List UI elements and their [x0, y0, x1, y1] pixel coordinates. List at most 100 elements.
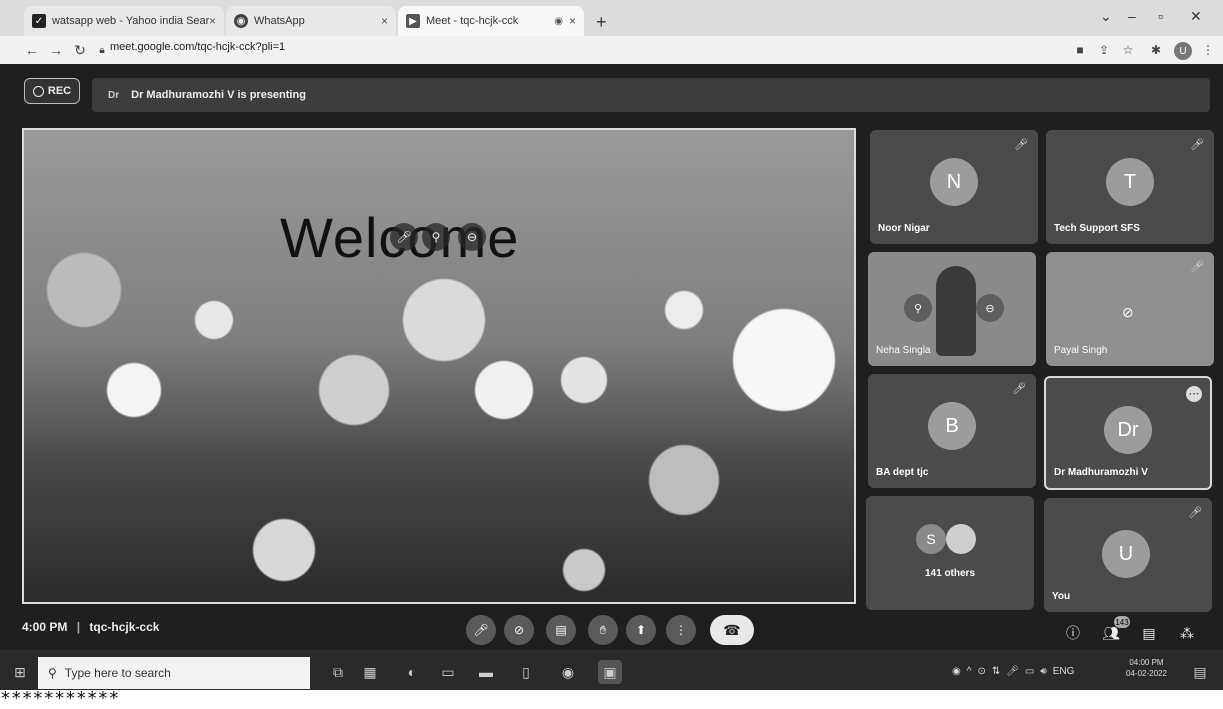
participant-name: BA dept tjc	[876, 467, 929, 478]
others-count-label: 141 others	[924, 568, 976, 579]
chrome-tray-icon[interactable]: ◉	[952, 666, 961, 677]
participant-name: Tech Support SFS	[1054, 223, 1140, 234]
close-tab-icon[interactable]: ×	[209, 14, 216, 28]
record-icon	[32, 85, 44, 97]
back-arrow-icon[interactable]: ←	[22, 40, 42, 60]
extensions-puzzle-icon[interactable]: ✱	[1148, 42, 1164, 58]
reload-icon[interactable]: ↻	[70, 40, 90, 60]
tab-label: WhatsApp	[254, 15, 305, 27]
whatsapp-icon: ◉	[234, 14, 248, 28]
clock-date: 04-02-2022	[1126, 669, 1167, 678]
task-view-icon[interactable]: ⧉	[326, 660, 350, 684]
participant-tile[interactable]: B BA dept tjc 🎤︎	[868, 374, 1036, 488]
participant-avatar-photo	[946, 524, 976, 554]
url-field[interactable]: meet.google.com/tqc-hcjk-cck?pli=1	[110, 41, 285, 53]
participant-tile[interactable]: N Noor Nigar 🎤︎	[870, 130, 1038, 244]
more-options-icon[interactable]: ⋯	[1186, 386, 1202, 402]
store-icon[interactable]: ▭	[436, 660, 460, 684]
volume-icon[interactable]: 🔊︎	[1040, 666, 1046, 677]
tab-meet[interactable]: ▶ Meet - tqc-hcjk-cck ◉ ×	[398, 6, 584, 36]
language-indicator[interactable]: ENG	[1053, 666, 1075, 677]
minimize-button[interactable]: –	[1128, 8, 1136, 24]
participant-tile[interactable]: ⚲ ⊖ Neha Singla	[868, 252, 1036, 366]
participant-avatar: U	[1102, 530, 1150, 578]
close-tab-icon[interactable]: ×	[381, 14, 388, 28]
close-window-button[interactable]: ✕	[1190, 8, 1202, 25]
pin-icon[interactable]: ⚲	[904, 294, 932, 322]
presentation-stage	[22, 128, 856, 604]
meeting-time: 4:00 PM	[22, 620, 68, 634]
separator: |	[76, 620, 81, 634]
participant-tile-self[interactable]: U You 🎤︎	[1044, 498, 1212, 612]
participant-avatar: T	[1106, 158, 1154, 206]
more-menu-icon[interactable]: ⋮	[1200, 42, 1216, 58]
pin-icon[interactable]: ⚲	[422, 223, 450, 251]
network-icon[interactable]: ⇅	[992, 666, 1000, 677]
mic-off-icon[interactable]: 🎤︎	[390, 223, 418, 251]
location-icon[interactable]: ⊙	[977, 666, 985, 677]
recording-badge[interactable]: REC	[24, 78, 80, 104]
meet-app-icon[interactable]: ▣	[598, 660, 622, 684]
participant-tile-active-speaker[interactable]: Dr Dr Madhuramozhi V ⋯	[1044, 376, 1212, 490]
battery-icon[interactable]: ▭	[1025, 666, 1034, 677]
participant-name: Noor Nigar	[878, 223, 930, 234]
meeting-details-icon[interactable]: ⓘ	[1060, 620, 1086, 646]
mic-off-icon: 🎤︎	[1190, 139, 1204, 151]
windows-start-icon[interactable]: ⊞	[8, 660, 32, 684]
participant-name: Dr Madhuramozhi V	[1054, 467, 1148, 478]
participant-tile[interactable]: ⊘ Payal Singh 🎤︎	[1046, 252, 1214, 366]
office-icon[interactable]: ▯	[514, 660, 538, 684]
captions-button[interactable]: ▤	[546, 615, 576, 645]
search-placeholder: Type here to search	[64, 666, 171, 680]
meeting-info: 4:00 PM | tqc-hcjk-cck	[22, 620, 159, 634]
forward-arrow-icon[interactable]: →	[46, 40, 66, 60]
presenting-text: Dr Madhuramozhi V is presenting	[131, 89, 306, 101]
taskbar-search-box[interactable]: ⚲ Type here to search	[38, 657, 310, 689]
checkbox-icon: ✓	[32, 14, 46, 28]
camera-indicator-icon[interactable]: ■	[1072, 42, 1088, 58]
new-tab-button[interactable]: +	[596, 12, 607, 33]
mic-toggle-button[interactable]: 🎤︎	[466, 615, 496, 645]
mic-off-icon: 🎤︎	[1190, 261, 1204, 273]
more-options-icon[interactable]: ⊖	[976, 294, 1004, 322]
chat-icon[interactable]: ▤	[1136, 620, 1162, 646]
search-icon: ⚲	[48, 666, 57, 680]
clock-time: 04:00 PM	[1129, 658, 1164, 667]
footer-mark: ***********	[0, 688, 120, 709]
remove-icon[interactable]: ⊖	[458, 223, 486, 251]
chrome-icon[interactable]: ◉	[556, 660, 580, 684]
maximize-button[interactable]: ▫	[1158, 8, 1163, 24]
more-options-button[interactable]: ⋮	[666, 615, 696, 645]
participant-name: Neha Singla	[876, 345, 931, 356]
participant-avatar: B	[928, 402, 976, 450]
close-tab-icon[interactable]: ×	[569, 14, 576, 28]
mic-tray-icon[interactable]: 🎤︎	[1006, 666, 1019, 677]
taskbar-clock[interactable]: 04:00 PM 04-02-2022	[1126, 657, 1167, 679]
activities-icon[interactable]: ⁂	[1174, 620, 1200, 646]
tab-label: Meet - tqc-hcjk-cck	[426, 15, 519, 27]
end-call-button[interactable]: ☎︎	[710, 615, 754, 645]
camera-toggle-button[interactable]: ⊘	[504, 615, 534, 645]
participant-name: You	[1052, 591, 1071, 602]
participant-video	[936, 266, 976, 356]
profile-avatar[interactable]: U	[1174, 42, 1192, 60]
participant-tile[interactable]: T Tech Support SFS 🎤︎	[1046, 130, 1214, 244]
recording-icon: ◉	[554, 15, 563, 27]
tab-yahoo-search[interactable]: ✓ watsapp web - Yahoo india Sear ×	[24, 6, 224, 36]
notifications-icon[interactable]: ▤	[1188, 660, 1212, 684]
show-hidden-icons-icon[interactable]: ^	[967, 666, 972, 677]
meeting-code: tqc-hcjk-cck	[89, 620, 160, 634]
edge-browser-icon[interactable]: ◐	[400, 660, 424, 684]
lock-icon[interactable]: 🔒︎	[92, 40, 112, 60]
system-tray: ◉ ^ ⊙ ⇅ 🎤︎ ▭ 🔊︎ ENG	[952, 666, 1074, 677]
bookmark-star-icon[interactable]: ☆	[1120, 42, 1136, 58]
widgets-icon[interactable]: ▦	[358, 660, 382, 684]
file-explorer-icon[interactable]: ▬	[474, 660, 498, 684]
participant-avatar: N	[930, 158, 978, 206]
raise-hand-button[interactable]: ✋︎	[588, 615, 618, 645]
share-icon[interactable]: ⇪	[1096, 42, 1112, 58]
tab-whatsapp[interactable]: ◉ WhatsApp ×	[226, 6, 396, 36]
others-tile[interactable]: S 141 others	[866, 496, 1034, 610]
tab-search-chevron-icon[interactable]: ⌄	[1100, 8, 1112, 25]
present-screen-button[interactable]: ⬆	[626, 615, 656, 645]
